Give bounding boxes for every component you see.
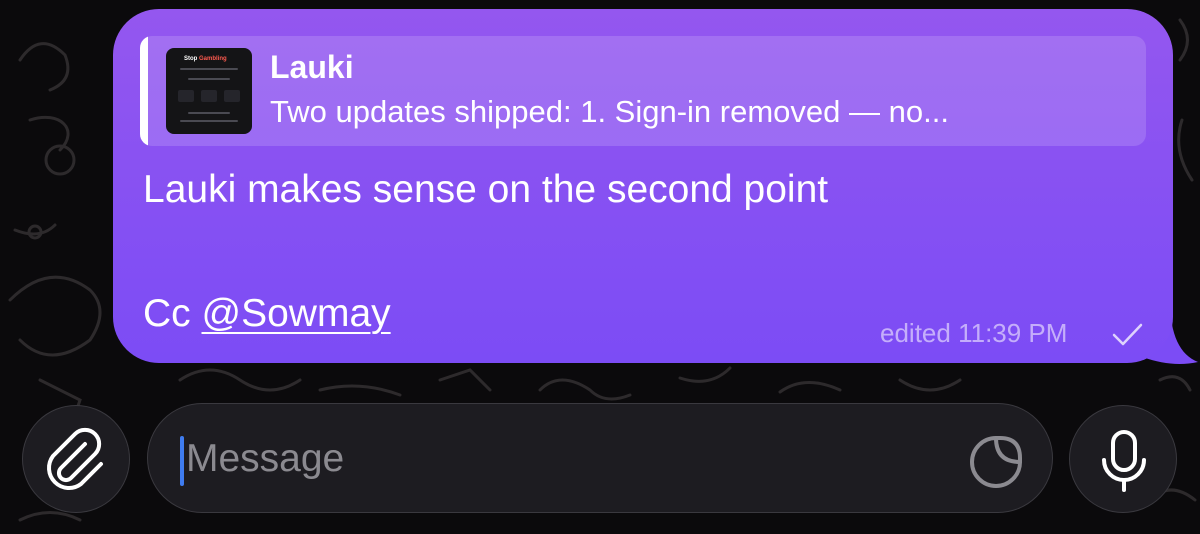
microphone-button[interactable] (1069, 405, 1177, 513)
message-input-placeholder: Message (186, 437, 345, 480)
thumbnail-card (224, 90, 240, 102)
thumbnail-line (188, 112, 230, 114)
reply-text: Two updates shipped: 1. Sign-in removed … (270, 94, 949, 129)
message-text: Lauki makes sense on the second point (143, 168, 829, 211)
sticker-icon[interactable] (966, 432, 1026, 492)
thumbnail-title: Stop Gambling (184, 56, 227, 62)
attach-button[interactable] (22, 405, 130, 513)
paperclip-icon (47, 427, 103, 490)
mention-link[interactable]: @Sowmay (202, 292, 391, 335)
reply-preview[interactable]: Stop Gambling Lauki Two updates shipped:… (140, 36, 1146, 146)
thumbnail-card (201, 90, 217, 102)
microphone-icon (1102, 430, 1146, 492)
reply-thumbnail: Stop Gambling (166, 48, 252, 134)
message-meta: edited 11:39 PM (880, 318, 1067, 349)
message-cc-line: Cc @Sowmay (143, 292, 391, 336)
edited-label: edited (880, 318, 951, 348)
message-time: 11:39 PM (958, 318, 1068, 348)
reply-accent-bar (140, 36, 148, 146)
cc-label: Cc (143, 292, 202, 335)
thumbnail-line (180, 120, 238, 122)
text-caret (180, 436, 184, 486)
reply-author: Lauki (270, 49, 354, 85)
thumbnail-line (180, 68, 238, 70)
thumbnail-line (188, 78, 230, 80)
check-icon (1112, 323, 1143, 346)
thumbnail-card (178, 90, 194, 102)
